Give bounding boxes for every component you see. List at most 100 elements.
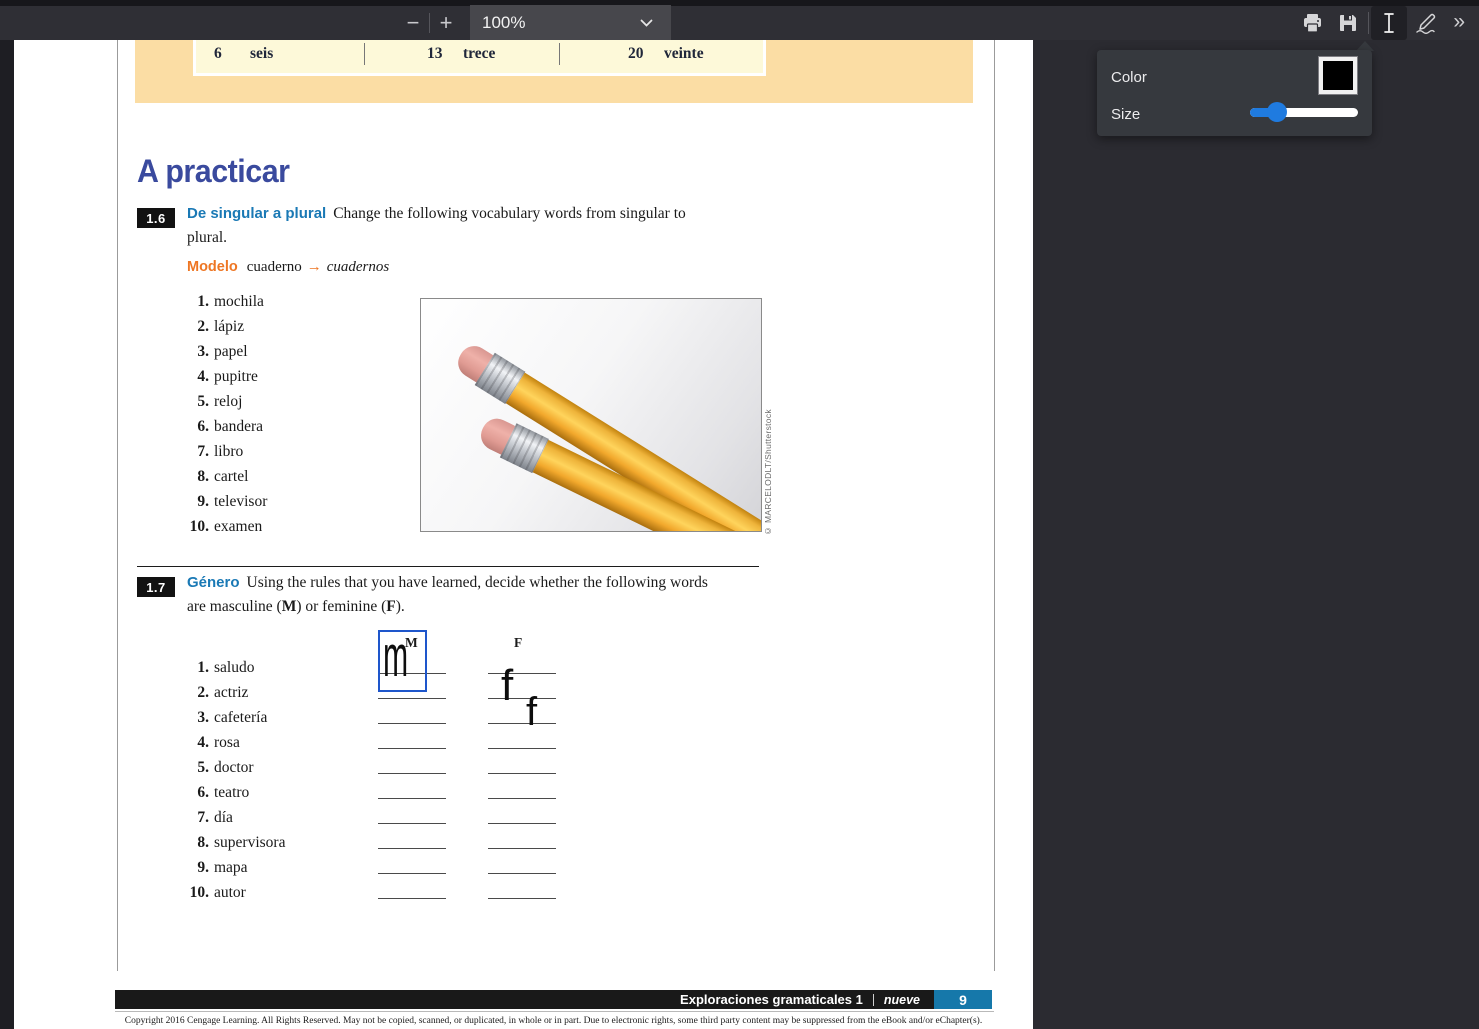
answer-blank-f[interactable] [488,780,556,799]
item-word: autor [214,884,246,901]
book-title: Exploraciones gramaticales 1 [680,992,863,1007]
zoom-in-button[interactable]: + [433,12,459,34]
exercise-1-6-list: 1.mochila2.lápiz3.papel4.pupitre5.reloj6… [160,289,267,539]
printer-icon [1302,13,1323,33]
list-item: 8.supervisora [160,830,285,855]
answer-blank-m[interactable] [378,805,446,824]
text-tool-options-panel: Color Size [1097,50,1372,136]
size-slider[interactable] [1250,108,1358,117]
photo-credit: © MARCELODLT/Shutterstock [763,406,773,536]
list-item: 5.reloj [160,389,267,414]
exercise-instruction-line1: Change the following vocabulary words fr… [333,205,686,222]
annotation-text-f[interactable]: f [526,692,537,732]
page-bottom-edge [115,1011,994,1012]
pencils-photo [420,298,762,532]
instruction-text: are masculine ( [187,598,282,615]
answer-blank-m[interactable] [378,780,446,799]
answer-blank-f[interactable] [488,680,556,699]
exercise-number-badge: 1.6 [137,208,175,228]
toolbar-divider [429,13,430,33]
color-label: Color [1111,69,1147,86]
list-item: 6.teatro [160,780,285,805]
viewer-left-gutter [0,40,14,1029]
item-number: 3. [160,705,209,730]
footer-separator [873,994,874,1006]
item-number: 7. [160,805,209,830]
list-item: 9.mapa [160,855,285,880]
answer-blank-f[interactable] [488,730,556,749]
annotation-text-m[interactable]: m [383,628,408,686]
answer-blank-m[interactable] [378,880,446,899]
list-item: 3.papel [160,339,267,364]
item-word: día [214,809,233,826]
section-title: A practicar [137,153,289,190]
answer-blank-m[interactable] [378,755,446,774]
exercise-instruction-line2: are masculine (M) or feminine (F). [187,595,755,619]
list-item: 10.autor [160,880,285,905]
item-number: 7. [160,439,209,464]
answer-blank-f[interactable] [488,830,556,849]
item-word: cafetería [214,709,267,726]
instruction-text: ). [396,598,405,615]
list-item: 10.examen [160,514,267,539]
draw-tool-button[interactable] [1407,6,1443,40]
exercise-1-6-heading: De singular a pluralChange the following… [187,202,755,250]
zoom-level-dropdown[interactable]: 100% [470,5,671,40]
column-header-f: F [514,635,522,651]
list-item: 1.mochila [160,289,267,314]
answer-blank-f[interactable] [488,880,556,899]
page-number-word: nueve [884,993,920,1007]
item-number: 6. [160,414,209,439]
list-item: 4. rosa [160,730,285,755]
annotation-text-f[interactable]: f [501,664,513,708]
answer-blank-f[interactable] [488,755,556,774]
item-number: 5. [160,389,209,414]
item-word: lápiz [214,318,244,335]
more-tools-button[interactable]: » [1453,10,1465,34]
answer-blank-f[interactable] [488,655,556,674]
item-word: rosa [214,734,240,751]
item-word: doctor [214,759,254,776]
number-word: trece [463,45,495,63]
item-number: 4. [160,730,209,755]
instruction-text: ) or feminine ( [296,598,386,615]
item-word: libro [214,443,243,460]
answer-blank-f[interactable] [488,855,556,874]
number-table-cell: 20veinte [559,43,759,65]
size-slider-thumb[interactable] [1267,102,1287,122]
viewer-toolbar: − + 100% [0,6,1479,40]
item-word: examen [214,518,262,535]
item-number: 3. [160,339,209,364]
answer-blank-m[interactable] [378,705,446,724]
item-number: 2. [160,680,209,705]
answer-blank-f[interactable] [488,705,556,724]
answer-blank-m[interactable] [378,830,446,849]
chevron-down-icon [640,19,653,28]
print-button[interactable] [1294,6,1330,40]
item-word: teatro [214,784,249,801]
modelo-to: cuadernos [327,259,390,275]
item-word: actriz [214,684,248,701]
vocabulary-table-band: 6seis13trece20veinte [135,40,973,103]
modelo-from: cuaderno [247,259,302,275]
answer-blank-m[interactable] [378,730,446,749]
text-tool-button[interactable] [1371,6,1407,40]
item-word: cartel [214,468,248,485]
number-word: seis [250,45,273,63]
modelo-label: Modelo [187,259,238,275]
draw-tool-icon [1413,12,1437,34]
exercise-1-7-list: 1.saludo2.actriz3.cafetería4.rosa5.docto… [160,655,285,905]
item-number: 9. [160,489,209,514]
color-swatch[interactable] [1319,57,1357,94]
zoom-controls: − + [400,6,459,40]
item-number: 8. [160,464,209,489]
save-button[interactable] [1330,6,1366,40]
zoom-out-button[interactable]: − [400,12,426,34]
answer-blank-f[interactable] [488,805,556,824]
list-item: 3. cafetería [160,705,285,730]
modelo-example: Modelocuaderno→cuadernos [187,259,389,276]
list-item: 5.doctor [160,755,285,780]
list-item: 4.pupitre [160,364,267,389]
exercise-1-7-heading: GéneroUsing the rules that you have lear… [187,571,755,619]
answer-blank-m[interactable] [378,855,446,874]
